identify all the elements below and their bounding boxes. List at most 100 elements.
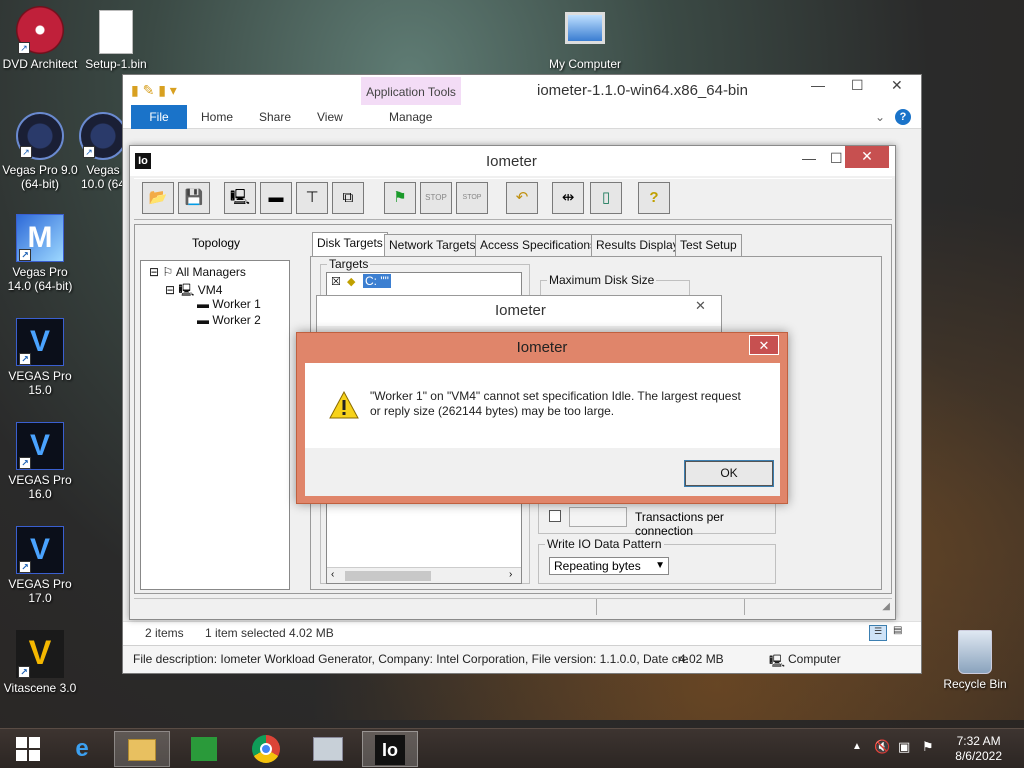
minimize-icon[interactable]: —: [802, 150, 816, 166]
desktop-icon-label: Vegas Pro 14.0 (64-bit): [7, 265, 73, 293]
ribbon-tab-share[interactable]: Share: [259, 110, 291, 124]
desktop-icon-label: DVD Architect: [2, 57, 78, 71]
start-windows-icon[interactable]: [0, 731, 56, 767]
clock-time: 7:32 AM: [956, 734, 1001, 748]
tab-test-setup[interactable]: Test Setup: [675, 234, 742, 256]
desktop-icon-vegas-16[interactable]: V ↗ VEGAS Pro 16.0: [0, 422, 80, 501]
recycle-bin-icon: [958, 630, 992, 674]
file-icon: [99, 10, 133, 54]
vegas-v-icon: V ↗: [16, 422, 64, 470]
start-test-icon[interactable]: ⚑: [384, 182, 416, 214]
secondary-dialog-title-bar: Iometer ✕: [317, 296, 721, 326]
desktop-icon-dvd-architect[interactable]: ↗ DVD Architect: [0, 6, 80, 71]
close-icon[interactable]: ✕: [891, 77, 903, 94]
volume-muted-icon[interactable]: 🔇: [874, 739, 890, 755]
error-dialog: Iometer ✕ "Worker 1" on "VM4" cannot set…: [296, 332, 788, 504]
dropdown-arrow-icon: ▼: [655, 560, 665, 571]
tree-item-worker-2[interactable]: ▬ Worker 2: [197, 313, 261, 327]
stop-icon[interactable]: STOP: [420, 182, 452, 214]
chrome-icon[interactable]: [238, 731, 294, 767]
maximize-icon[interactable]: ☐: [830, 150, 843, 167]
ribbon-tab-file[interactable]: File: [131, 105, 187, 129]
show-hidden-icons-icon[interactable]: ▲: [852, 741, 862, 752]
desktop-icon-vegas-10[interactable]: ↗ Vegas 10.0 (64: [78, 112, 128, 191]
scroll-right-icon[interactable]: ›: [509, 569, 512, 580]
new-worker-icon[interactable]: ▬: [260, 182, 292, 214]
maximize-icon[interactable]: ☐: [851, 77, 864, 94]
internet-explorer-icon[interactable]: e: [54, 731, 110, 767]
desktop-icon-label: Recycle Bin: [943, 677, 1007, 691]
vegas-v-icon: V ↗: [16, 526, 64, 574]
vegas-m-icon: M ↗: [16, 214, 64, 262]
targets-hscrollbar[interactable]: ‹ ›: [327, 567, 521, 583]
desktop-icon-vitascene[interactable]: V ↗ Vitascene 3.0: [0, 630, 80, 695]
topology-tree: ⊟ ⚐ All Managers ⊟ 🖳 VM4 ▬ Worker 1 ▬ Wo…: [140, 260, 290, 590]
help-about-icon[interactable]: ?: [638, 182, 670, 214]
close-icon[interactable]: ✕: [695, 298, 706, 314]
taskbar-clock[interactable]: 7:32 AM 8/6/2022: [955, 734, 1002, 764]
new-manager-icon[interactable]: 🖳: [224, 182, 256, 214]
ribbon-tab-home[interactable]: Home: [201, 110, 233, 124]
resize-grip-icon[interactable]: ◢: [882, 601, 890, 612]
desktop-icon-vegas-17[interactable]: V ↗ VEGAS Pro 17.0: [0, 526, 80, 605]
quick-access-toolbar-icon[interactable]: ▮ ✎ ▮ ▾: [131, 82, 177, 99]
target-checkbox-icon[interactable]: ☒: [331, 275, 341, 288]
desktop-icon-my-computer[interactable]: My Computer: [545, 10, 625, 71]
target-item-c[interactable]: C: "": [363, 274, 391, 288]
file-explorer-icon[interactable]: [114, 731, 170, 767]
desktop-icon-vegas-9[interactable]: ↗ Vegas Pro 9.0 (64-bit): [0, 112, 80, 191]
new-network-worker-icon[interactable]: ⊤: [296, 182, 328, 214]
tab-network-targets[interactable]: Network Targets: [384, 234, 481, 256]
transactions-checkbox[interactable]: [549, 510, 561, 522]
ribbon-tab-view[interactable]: View: [317, 110, 343, 124]
desktop-icon-vegas-15[interactable]: V ↗ VEGAS Pro 15.0: [0, 318, 80, 397]
error-close-icon[interactable]: ✕: [749, 335, 779, 355]
desktop-icon-vegas-14[interactable]: M ↗ Vegas Pro 14.0 (64-bit): [0, 214, 80, 293]
explorer-ribbon: File Home Share View Manage ⌄ ?: [123, 105, 921, 129]
store-icon[interactable]: [176, 731, 232, 767]
save-icon[interactable]: 💾: [178, 182, 210, 214]
network-icon[interactable]: ▣: [898, 739, 910, 755]
vegas-icon: ↗: [79, 112, 127, 160]
tab-access-specifications[interactable]: Access Specifications: [475, 234, 602, 256]
help-icon[interactable]: ?: [895, 109, 911, 125]
scroll-left-icon[interactable]: ‹: [331, 569, 334, 580]
application-tools-tab[interactable]: Application Tools: [361, 77, 461, 107]
quit-door-icon[interactable]: ▯: [590, 182, 622, 214]
ribbon-tab-manage[interactable]: Manage: [389, 110, 432, 124]
write-io-select[interactable]: Repeating bytes ▼: [549, 557, 669, 575]
iometer-title-bar: Io Iometer — ☐ ✕: [130, 146, 895, 176]
desktop-icon-recycle-bin[interactable]: Recycle Bin: [935, 630, 1015, 691]
error-dialog-title: Iometer: [516, 339, 568, 356]
reset-workers-icon[interactable]: ↶: [506, 182, 538, 214]
tab-disk-targets[interactable]: Disk Targets: [312, 232, 388, 256]
tab-results-display[interactable]: Results Display: [591, 234, 684, 256]
large-icons-view-icon[interactable]: ▤: [893, 625, 911, 641]
vitascene-icon: V ↗: [16, 630, 64, 678]
desktop-icon-label: Setup-1.bin: [85, 57, 147, 71]
ok-button[interactable]: OK: [684, 460, 774, 487]
duplicate-worker-icon[interactable]: ⧉: [332, 182, 364, 214]
error-dialog-footer: OK: [305, 448, 780, 496]
ribbon-expand-icon[interactable]: ⌄: [875, 110, 885, 124]
scrollbar-thumb[interactable]: [345, 571, 431, 581]
details-view-icon[interactable]: ☰: [869, 625, 887, 641]
iometer-taskbar-icon[interactable]: Io: [362, 731, 418, 767]
minimize-icon[interactable]: —: [811, 77, 825, 93]
exit-icon[interactable]: ⇹: [552, 182, 584, 214]
performance-monitor-icon[interactable]: [300, 731, 356, 767]
tree-item-worker-1[interactable]: ▬ Worker 1: [197, 297, 261, 311]
iometer-logo-icon: Io: [135, 153, 151, 169]
close-icon[interactable]: ✕: [845, 146, 889, 168]
transactions-spinner[interactable]: [569, 507, 627, 527]
iometer-toolbar: 📂 💾 🖳 ▬ ⊤ ⧉ ⚑ STOP STOP ALL ↶ ⇹ ▯ ?: [134, 178, 892, 231]
desktop-icon-setup-bin[interactable]: Setup-1.bin: [76, 10, 156, 71]
tree-item-all-managers[interactable]: ⊟ ⚐ All Managers: [149, 265, 246, 279]
error-message-line-2: or reply size (262144 bytes) may be too …: [370, 404, 615, 418]
open-folder-icon[interactable]: 📂: [142, 182, 174, 214]
action-center-icon[interactable]: ⚑: [922, 739, 934, 755]
stop-all-icon[interactable]: STOP ALL: [456, 182, 488, 231]
iometer-title: Iometer: [486, 153, 537, 170]
tree-worker-label: Worker 2: [212, 313, 261, 327]
explorer-title-bar: ▮ ✎ ▮ ▾ Application Tools iometer-1.1.0-…: [123, 75, 921, 107]
